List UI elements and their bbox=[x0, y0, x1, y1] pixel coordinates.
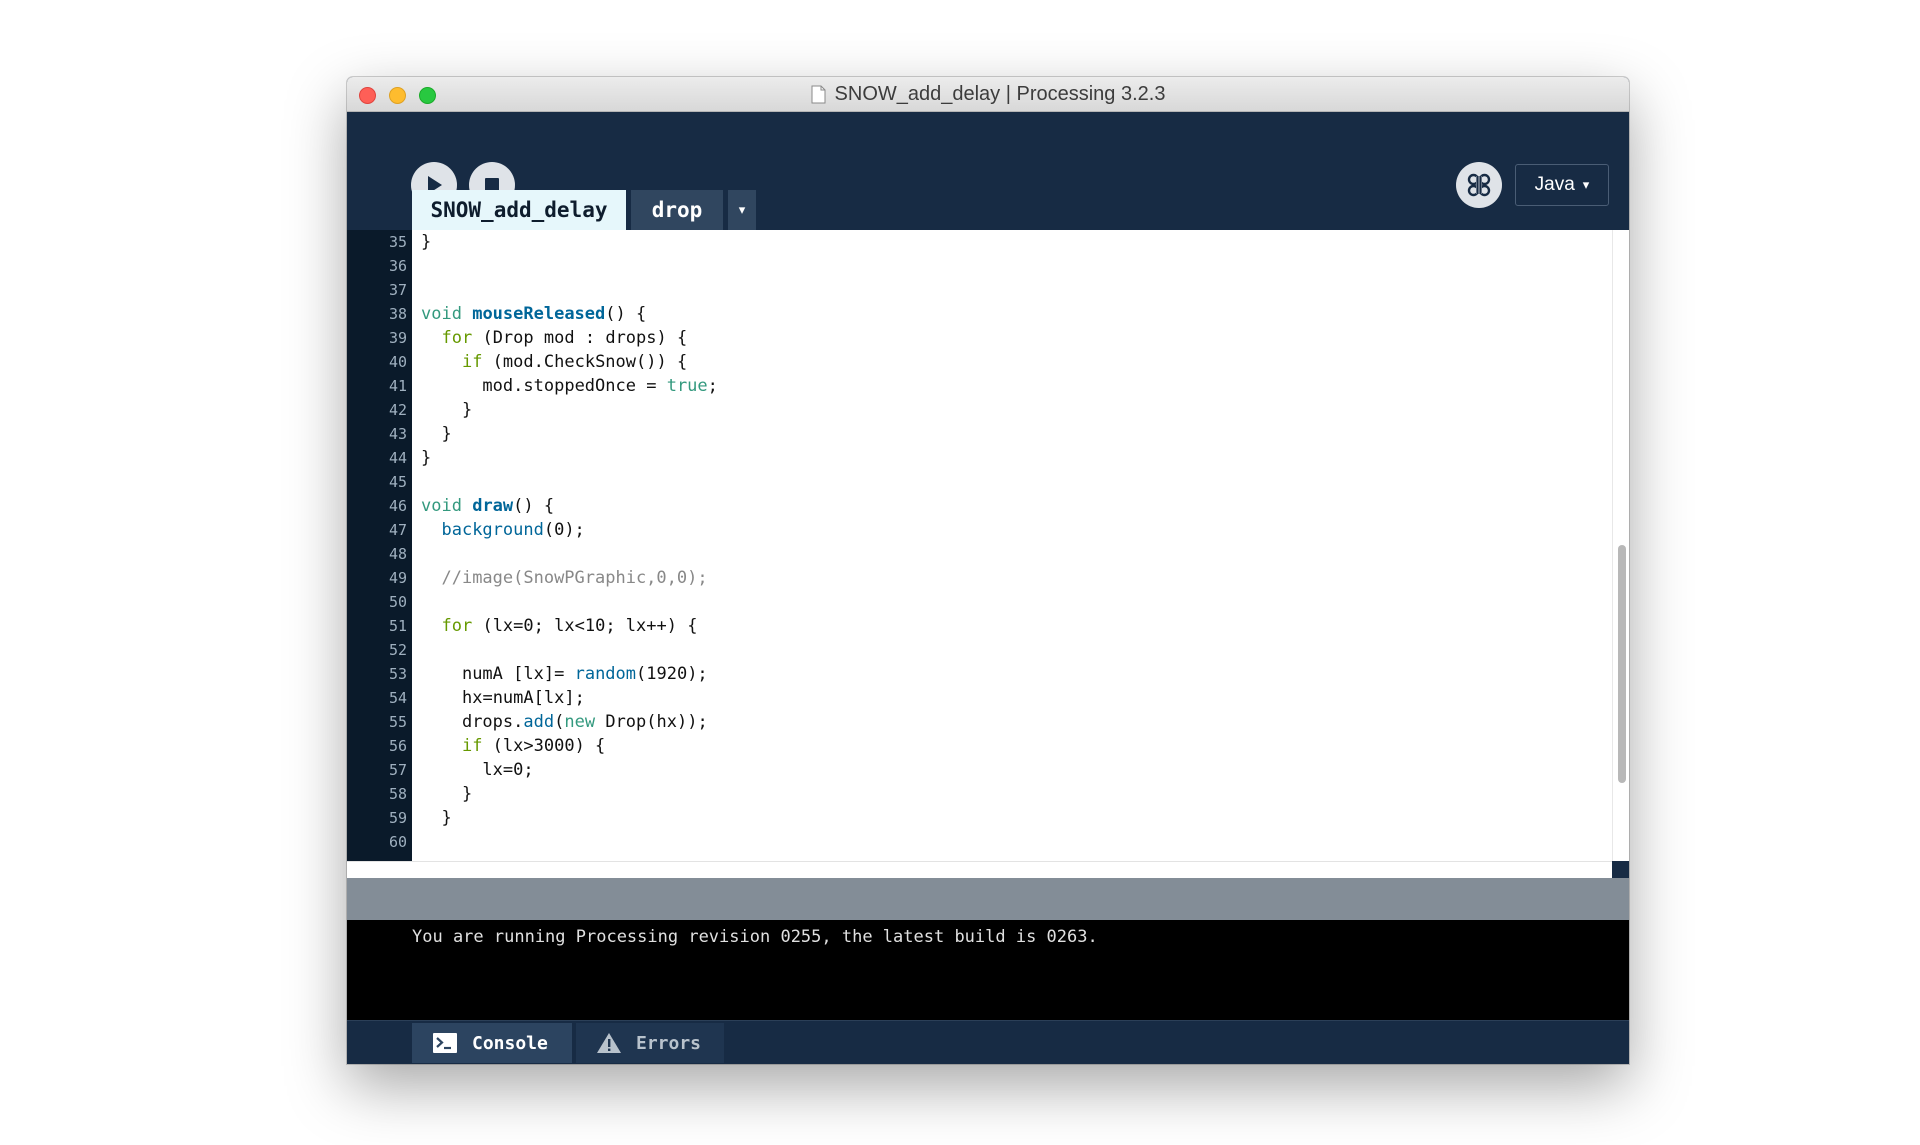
processing-window: SNOW_add_delay | Processing 3.2.3 Java ▾… bbox=[347, 77, 1629, 1064]
code-token: draw bbox=[472, 496, 514, 516]
code-line[interactable]: } bbox=[421, 422, 451, 446]
line-number: 46 bbox=[388, 497, 407, 515]
title-bar[interactable]: SNOW_add_delay | Processing 3.2.3 bbox=[347, 77, 1629, 112]
window-title-area: SNOW_add_delay | Processing 3.2.3 bbox=[347, 77, 1629, 111]
code-line[interactable]: mod.stoppedOnce = true; bbox=[421, 374, 717, 398]
line-number: 53 bbox=[388, 665, 407, 683]
code-token: if bbox=[461, 736, 483, 756]
code-token: void bbox=[421, 304, 462, 324]
mode-selector[interactable]: Java ▾ bbox=[1515, 164, 1609, 206]
line-number: 45 bbox=[388, 473, 407, 491]
scrollbar-thumb[interactable] bbox=[1618, 545, 1626, 783]
line-number: 59 bbox=[388, 809, 407, 827]
code-token: for bbox=[441, 328, 473, 348]
errors-tab[interactable]: Errors bbox=[576, 1023, 724, 1063]
line-number: 54 bbox=[388, 689, 407, 707]
code-line[interactable]: background(0); bbox=[421, 518, 584, 542]
line-number: 48 bbox=[388, 545, 407, 563]
code-editor[interactable]: } void mouseReleased() { for (Drop mod :… bbox=[412, 230, 1612, 861]
code-token: if bbox=[461, 352, 483, 372]
line-number: 40 bbox=[388, 353, 407, 371]
console-tab-label: Console bbox=[472, 1032, 548, 1054]
console-splitter[interactable] bbox=[347, 878, 1629, 920]
code-line[interactable]: drops.add(new Drop(hx)); bbox=[421, 710, 708, 734]
code-line[interactable]: if (mod.CheckSnow()) { bbox=[421, 350, 687, 374]
code-line[interactable]: } bbox=[421, 806, 451, 830]
code-line[interactable]: } bbox=[421, 782, 472, 806]
tab-menu-button[interactable]: ▾ bbox=[728, 190, 756, 230]
line-number: 37 bbox=[388, 281, 407, 299]
code-line[interactable]: if (lx>3000) { bbox=[421, 734, 605, 758]
code-token: void bbox=[421, 496, 462, 516]
tab-drop[interactable]: drop bbox=[631, 190, 723, 230]
code-token: background bbox=[441, 520, 544, 540]
code-comment: //image(SnowPGraphic,0,0); bbox=[441, 568, 708, 588]
code-line[interactable]: //image(SnowPGraphic,0,0); bbox=[421, 566, 708, 590]
line-number: 42 bbox=[388, 401, 407, 419]
line-number-gutter: 35 36 37 38 39 40 41 42 43 44 45 46 47 4… bbox=[347, 230, 412, 861]
line-number: 43 bbox=[388, 425, 407, 443]
tab-label: SNOW_add_delay bbox=[430, 198, 608, 222]
editor-vertical-scrollbar[interactable] bbox=[1612, 230, 1629, 861]
line-number: 55 bbox=[388, 713, 407, 731]
line-number: 35 bbox=[388, 233, 407, 251]
line-number: 49 bbox=[388, 569, 407, 587]
console-tab[interactable]: Console bbox=[412, 1023, 572, 1063]
line-number: 36 bbox=[388, 257, 407, 275]
chevron-down-icon: ▾ bbox=[738, 202, 746, 217]
code-line[interactable]: for (Drop mod : drops) { bbox=[421, 326, 687, 350]
line-number: 56 bbox=[388, 737, 407, 755]
code-line[interactable]: numA [lx]= random(1920); bbox=[421, 662, 708, 686]
document-icon bbox=[811, 85, 826, 103]
window-title: SNOW_add_delay | Processing 3.2.3 bbox=[834, 82, 1166, 105]
code-line[interactable]: void mouseReleased() { bbox=[421, 302, 646, 326]
editor-horizontal-scrollbar[interactable] bbox=[347, 861, 1612, 878]
chevron-down-icon: ▾ bbox=[1582, 177, 1590, 192]
code-line[interactable]: lx=0; bbox=[421, 758, 533, 782]
code-line[interactable]: } bbox=[421, 230, 431, 254]
line-number: 38 bbox=[388, 305, 407, 323]
warning-icon bbox=[597, 1033, 621, 1053]
line-number: 60 bbox=[388, 833, 407, 851]
tab-label: drop bbox=[651, 198, 703, 222]
line-number: 44 bbox=[388, 449, 407, 467]
code-token: random bbox=[574, 664, 637, 684]
debug-butterfly-icon bbox=[1467, 173, 1491, 197]
code-token: mouseReleased bbox=[472, 304, 606, 324]
code-token: for bbox=[441, 616, 473, 636]
terminal-icon bbox=[433, 1033, 457, 1053]
line-number: 58 bbox=[388, 785, 407, 803]
console-message: You are running Processing revision 0255… bbox=[412, 927, 1098, 947]
line-number: 47 bbox=[388, 521, 407, 539]
code-line[interactable]: hx=numA[lx]; bbox=[421, 686, 585, 710]
footer-bar: Console Errors bbox=[347, 1020, 1629, 1064]
line-number: 41 bbox=[388, 377, 407, 395]
debug-button[interactable] bbox=[1456, 162, 1502, 208]
code-line[interactable]: } bbox=[421, 398, 472, 422]
line-number: 50 bbox=[388, 593, 407, 611]
code-token: true bbox=[666, 376, 708, 396]
line-number: 57 bbox=[388, 761, 407, 779]
code-token: add bbox=[523, 712, 555, 732]
errors-tab-label: Errors bbox=[636, 1032, 702, 1054]
mode-label: Java bbox=[1534, 174, 1575, 195]
tab-snow-add-delay[interactable]: SNOW_add_delay bbox=[412, 190, 626, 230]
console-output: You are running Processing revision 0255… bbox=[347, 920, 1629, 1020]
code-line[interactable]: for (lx=0; lx<10; lx++) { bbox=[421, 614, 697, 638]
code-line[interactable]: } bbox=[421, 446, 431, 470]
line-number: 52 bbox=[388, 641, 407, 659]
code-line[interactable]: void draw() { bbox=[421, 494, 554, 518]
line-number: 51 bbox=[388, 617, 407, 635]
code-token: new bbox=[564, 712, 596, 732]
line-number: 39 bbox=[388, 329, 407, 347]
